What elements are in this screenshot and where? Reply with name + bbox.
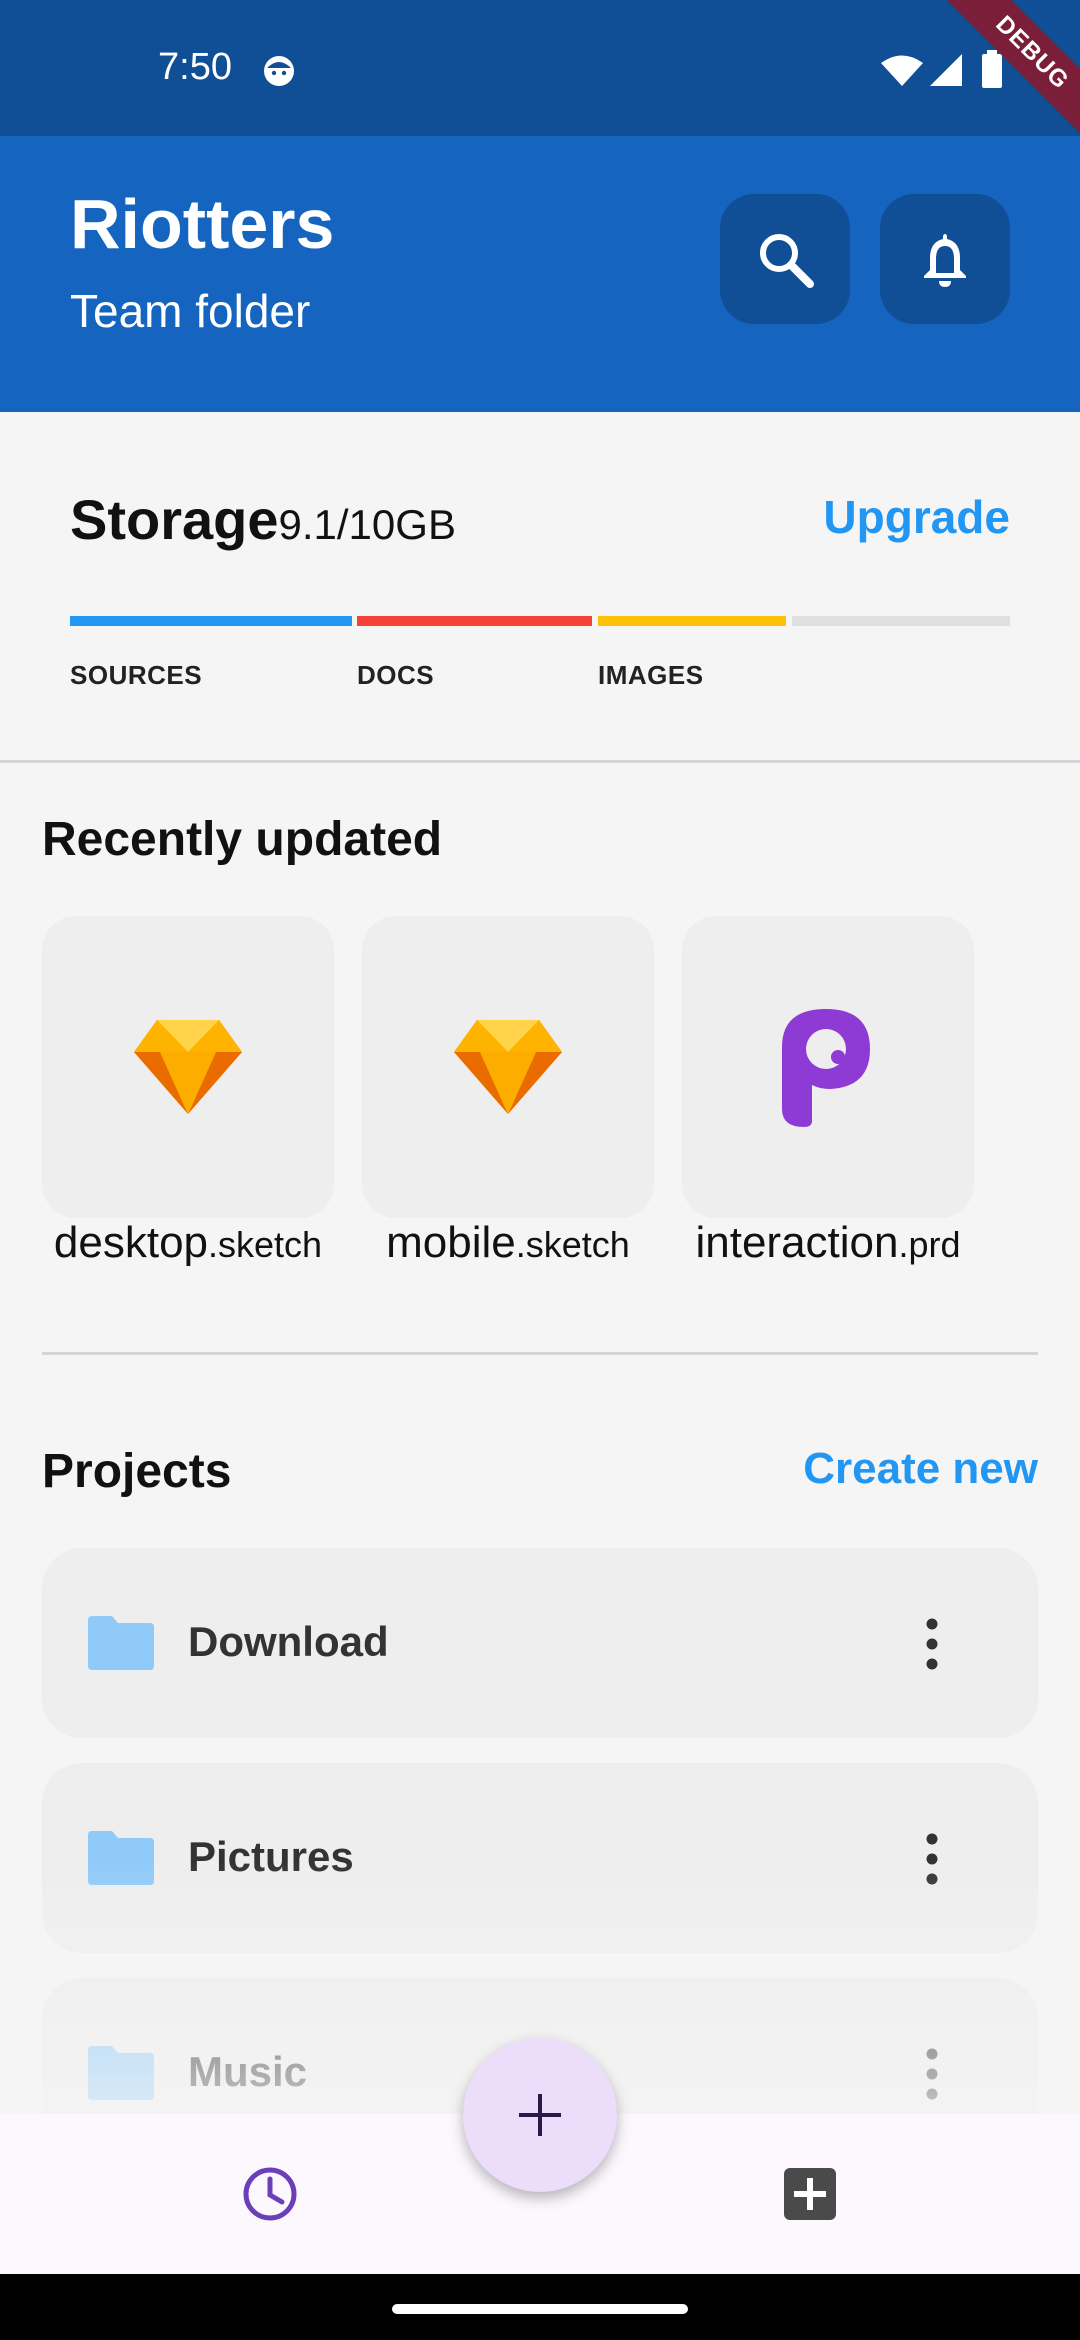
app-subtitle: Team folder — [70, 285, 311, 337]
nav-recent-button[interactable] — [230, 2154, 310, 2234]
battery-icon — [982, 50, 1002, 88]
clock-icon — [243, 2167, 297, 2221]
storage-label-docs: DOCS — [357, 660, 435, 690]
recent-file-ext: .prd — [898, 1224, 961, 1265]
recent-file-label: interaction.prd — [668, 1218, 988, 1268]
recent-file-card[interactable] — [362, 916, 654, 1218]
more-vert-icon[interactable] — [924, 1833, 940, 1885]
more-vert-icon[interactable] — [924, 2048, 940, 2100]
search-icon — [760, 234, 814, 288]
protopie-icon — [782, 1009, 870, 1127]
nav-add-button[interactable] — [770, 2154, 850, 2234]
storage-label: Storage — [70, 488, 279, 551]
notifications-button[interactable] — [880, 194, 1010, 324]
recent-title: Recently updated — [42, 813, 443, 866]
section-divider — [0, 760, 1080, 763]
storage-bar-docs — [357, 616, 592, 626]
project-row[interactable]: Pictures — [42, 1763, 1038, 1953]
folder-icon — [88, 1831, 154, 1885]
recent-file-card[interactable] — [42, 916, 334, 1218]
wifi-icon — [881, 55, 923, 86]
notification-face-icon — [264, 56, 294, 86]
storage-bar-sources — [70, 616, 352, 626]
recent-file-label: mobile.sketch — [348, 1218, 668, 1268]
storage-card: Storage9.1/10GB Upgrade SOURCES DOCS IMA… — [0, 412, 1080, 762]
status-time: 7:50 — [158, 46, 232, 88]
recent-file-ext: .sketch — [515, 1224, 630, 1265]
create-new-button[interactable]: Create new — [803, 1444, 1038, 1494]
sketch-icon — [134, 1020, 242, 1114]
signal-icon — [930, 54, 962, 86]
status-bar: 7:50 DEBUG — [0, 0, 1080, 148]
add-fab-button[interactable] — [463, 2038, 617, 2192]
folder-icon — [88, 1616, 154, 1670]
recent-file-card[interactable] — [682, 916, 974, 1218]
home-indicator[interactable] — [392, 2304, 688, 2314]
plus-icon — [519, 2094, 561, 2136]
storage-label-sources: SOURCES — [70, 660, 203, 690]
recent-file-ext: .sketch — [208, 1224, 323, 1265]
storage-title: Storage9.1/10GB — [70, 487, 456, 552]
app-bar: Riotters Team folder — [0, 136, 1080, 412]
project-row[interactable]: Download — [42, 1548, 1038, 1738]
recent-file-name: desktop — [53, 1218, 209, 1267]
folder-icon — [88, 2046, 154, 2100]
section-divider — [42, 1352, 1038, 1355]
projects-title: Projects — [42, 1445, 232, 1498]
more-vert-icon[interactable] — [924, 1618, 940, 1670]
project-name: Download — [188, 1618, 389, 1665]
bell-icon — [924, 234, 966, 287]
storage-bar-free — [792, 616, 1010, 626]
recent-file-name: interaction — [695, 1218, 899, 1267]
project-name: Pictures — [188, 1833, 354, 1880]
storage-label-images: IMAGES — [598, 660, 704, 690]
recent-file-label: desktop.sketch — [28, 1218, 348, 1268]
upgrade-button[interactable]: Upgrade — [823, 490, 1010, 544]
project-name: Music — [188, 2048, 308, 2095]
storage-amount: 9.1/10GB — [278, 501, 456, 548]
system-gesture-bar — [0, 2274, 1080, 2340]
app-title: Riotters — [70, 185, 335, 263]
search-button[interactable] — [720, 194, 850, 324]
add-box-icon — [784, 2168, 836, 2220]
storage-bar-images — [598, 616, 786, 626]
sketch-icon — [454, 1020, 562, 1114]
recent-file-name: mobile — [386, 1218, 516, 1267]
